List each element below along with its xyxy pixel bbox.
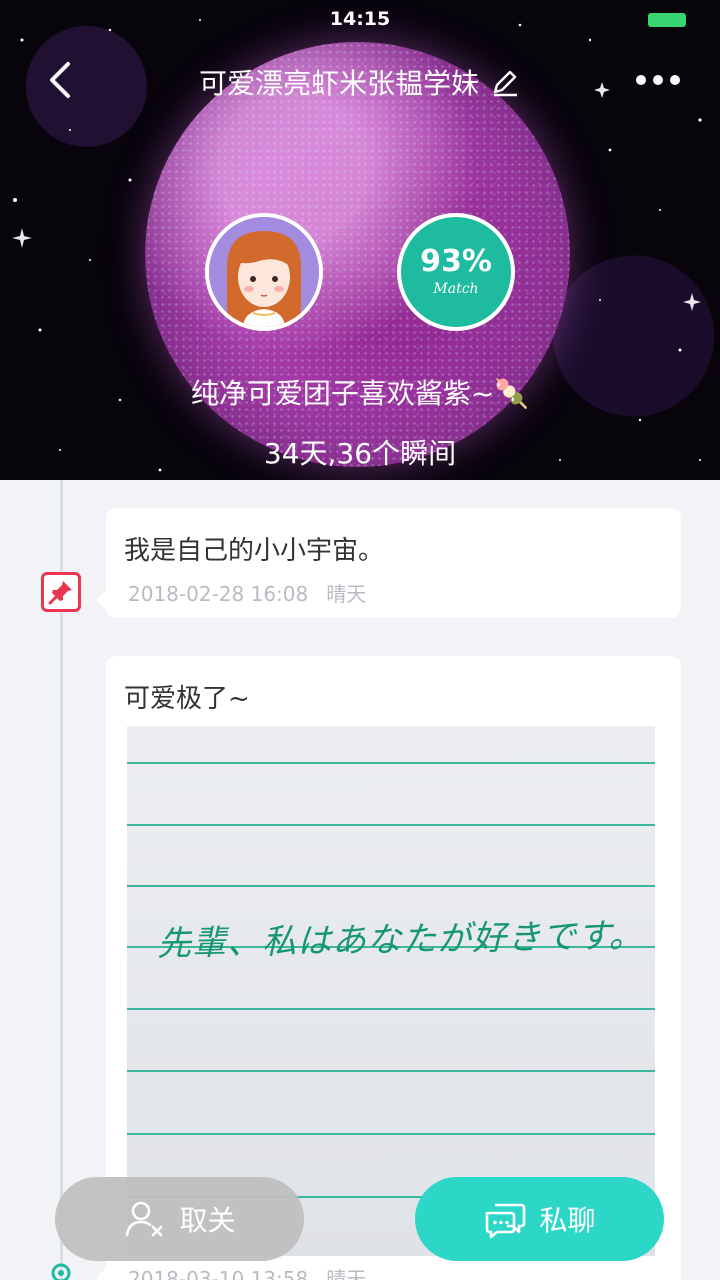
location-icon (51, 1263, 71, 1280)
chat-bubbles-icon (486, 1203, 526, 1239)
photo-handwriting: 先輩、私はあなたが好きです。 (156, 915, 644, 965)
moment-weather: 晴天 (326, 582, 367, 606)
status-bar: 14:15 (0, 0, 720, 40)
more-horizontal-icon[interactable] (636, 66, 680, 94)
moment-weather: 晴天 (326, 1267, 367, 1280)
match-badge: 93% Match (397, 213, 515, 331)
nav-title-bar: 可爱漂亮虾米张韫学妹 (150, 62, 570, 102)
moment-text: 可爱极了~ (124, 684, 250, 714)
moment-meta: 2018-02-28 16:08 晴天 (128, 578, 366, 607)
moment-date: 2018-02-28 16:08 (128, 582, 309, 606)
user-remove-icon (126, 1201, 163, 1237)
profile-bio: 纯净可爱团子喜欢酱紫~🍡 (190, 377, 530, 410)
moment-text: 我是自己的小小宇宙。 (124, 536, 385, 566)
battery-icon (648, 13, 686, 27)
moment-date: 2018-03-10 13:58 (128, 1267, 309, 1280)
pin-icon (41, 572, 81, 612)
moment-card[interactable]: 我是自己的小小宇宙。 2018-02-28 16:08 晴天 (96, 508, 681, 618)
private-chat-button[interactable]: 私聊 (415, 1177, 664, 1261)
match-label: Match (433, 281, 479, 297)
back-button[interactable] (42, 58, 82, 102)
profile-stats: 34天,36个瞬间 (263, 437, 457, 470)
moment-meta: 2018-03-10 13:58 晴天 (128, 1263, 366, 1280)
chat-label: 私聊 (539, 1204, 596, 1237)
chevron-left-icon (50, 62, 70, 98)
unfollow-button[interactable]: 取关 (55, 1177, 304, 1261)
unfollow-label: 取关 (179, 1204, 236, 1237)
avatar[interactable] (205, 213, 323, 331)
pencil-icon[interactable] (489, 66, 521, 98)
page-title: 可爱漂亮虾米张韫学妹 (198, 67, 479, 100)
avatar-illustration (209, 217, 319, 327)
match-percent: 93% (420, 244, 492, 279)
status-time: 14:15 (329, 8, 391, 30)
